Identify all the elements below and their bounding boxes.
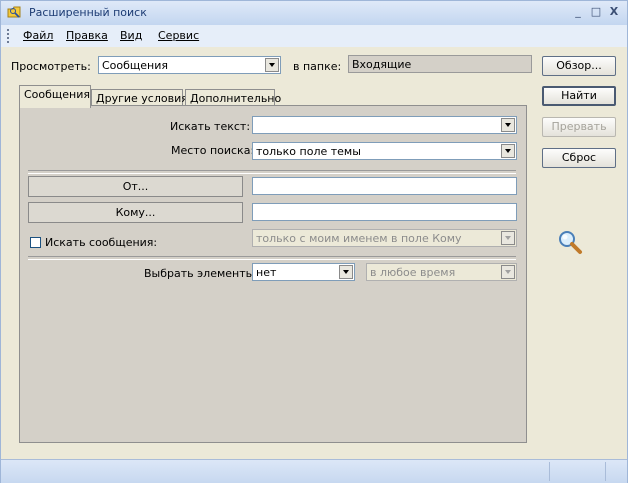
separator	[28, 256, 516, 260]
look-in-label: Просмотреть:	[11, 60, 91, 73]
chevron-down-icon[interactable]	[339, 265, 353, 279]
search-folder-icon	[7, 6, 21, 18]
search-text-label: Искать текст:	[170, 120, 251, 133]
separator	[28, 170, 516, 174]
from-field[interactable]	[252, 177, 517, 195]
look-in-value: Сообщения	[102, 59, 169, 72]
sent-to-field[interactable]	[252, 203, 517, 221]
look-in-select[interactable]: Сообщения	[98, 56, 281, 74]
chevron-down-icon[interactable]	[501, 144, 515, 158]
minimize-button[interactable]: _	[571, 5, 585, 19]
where-i-am-select: только с моим именем в поле Кому	[252, 229, 517, 247]
time-field-value: нет	[256, 266, 277, 279]
time-label: Выбрать элементы:	[144, 267, 259, 280]
status-divider	[549, 462, 550, 481]
search-text-combo[interactable]	[252, 116, 517, 134]
where-i-am-label: Искать сообщения:	[45, 236, 158, 249]
chevron-down-icon[interactable]	[265, 58, 279, 72]
close-button[interactable]: X	[607, 5, 621, 19]
new-search-button[interactable]: Сброс	[542, 148, 616, 168]
status-divider	[605, 462, 606, 481]
menu-bar: Файл Правка Вид Сервис	[1, 25, 627, 47]
folder-value: Входящие	[352, 58, 412, 71]
time-range-select: в любое время	[366, 263, 517, 281]
time-range-value: в любое время	[370, 266, 456, 279]
stop-button: Прервать	[542, 117, 616, 137]
browse-button[interactable]: Обзор...	[542, 56, 616, 76]
maximize-button[interactable]: □	[589, 5, 603, 19]
from-button[interactable]: От...	[28, 176, 243, 197]
search-in-select[interactable]: только поле темы	[252, 142, 517, 160]
menu-view[interactable]: Вид	[120, 29, 142, 42]
search-in-value: только поле темы	[256, 145, 361, 158]
menu-file[interactable]: Файл	[23, 29, 53, 42]
chevron-down-icon	[501, 231, 515, 245]
chevron-down-icon	[501, 265, 515, 279]
search-in-label: Место поиска:	[171, 144, 255, 157]
magnifier-icon	[559, 231, 582, 254]
menu-grip[interactable]	[7, 29, 11, 43]
time-field-select[interactable]: нет	[252, 263, 355, 281]
advanced-find-window: Расширенный поиск _ □ X Файл Правка Вид …	[0, 0, 628, 483]
chevron-down-icon[interactable]	[501, 118, 515, 132]
where-i-am-checkbox[interactable]	[30, 237, 41, 248]
where-i-am-value: только с моим именем в поле Кому	[256, 232, 462, 245]
find-now-button[interactable]: Найти	[542, 86, 616, 106]
messages-tab-panel: Искать текст: Место поиска: только поле …	[19, 105, 527, 443]
window-title: Расширенный поиск	[29, 6, 147, 19]
folder-field: Входящие	[348, 55, 532, 73]
menu-edit[interactable]: Правка	[66, 29, 108, 42]
menu-tools[interactable]: Сервис	[158, 29, 199, 42]
title-bar[interactable]: Расширенный поиск _ □ X	[1, 1, 627, 25]
sent-to-button[interactable]: Кому...	[28, 202, 243, 223]
status-bar	[1, 459, 627, 483]
folder-label: в папке:	[293, 60, 342, 73]
tab-messages[interactable]: Сообщения	[19, 85, 91, 108]
